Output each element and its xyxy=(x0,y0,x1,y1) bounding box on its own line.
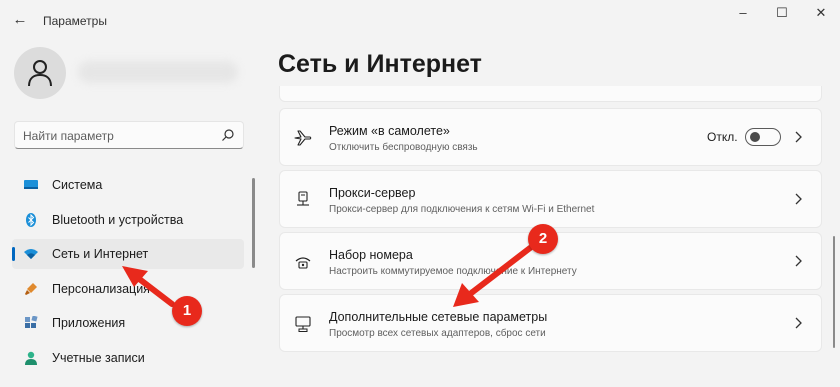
annotation-badge-1: 1 xyxy=(172,296,202,326)
annotation-arrows xyxy=(122,245,533,307)
arrow-2 xyxy=(453,245,533,307)
arrow-1 xyxy=(122,266,175,307)
annotation-badge-2: 2 xyxy=(528,224,558,254)
